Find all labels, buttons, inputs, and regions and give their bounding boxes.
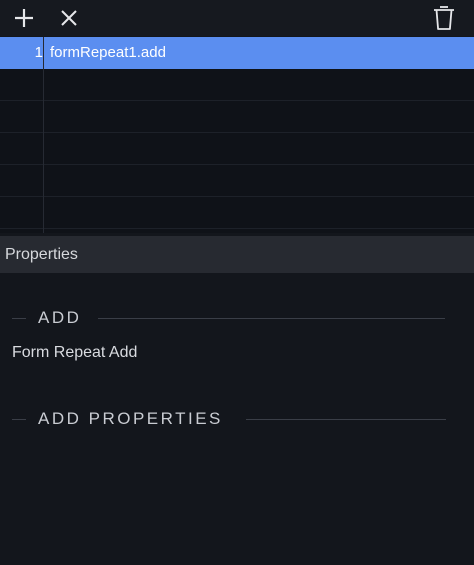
empty-row[interactable]: [0, 101, 474, 133]
section-rule-right: [246, 419, 446, 420]
subsection-title: ADD PROPERTIES: [38, 409, 223, 428]
expression-list: 1 formRepeat1.add: [0, 37, 474, 233]
section-rule-left: [12, 318, 26, 319]
empty-row[interactable]: [0, 165, 474, 197]
section-add-properties: ADD PROPERTIES: [0, 409, 474, 429]
row-number: 1: [34, 44, 43, 61]
section-add: ADD: [0, 308, 474, 328]
x-icon: [61, 10, 77, 26]
section-title: ADD: [38, 308, 82, 327]
plus-icon: [15, 9, 33, 27]
properties-header: Properties: [0, 236, 474, 273]
empty-row[interactable]: [0, 197, 474, 229]
empty-row[interactable]: [0, 69, 474, 101]
row-value: formRepeat1.add: [50, 44, 166, 61]
section-rule-right: [98, 318, 445, 319]
add-button[interactable]: [10, 4, 38, 32]
description-text: Form Repeat Add: [12, 344, 138, 361]
trash-icon: [434, 6, 454, 30]
section-rule-left: [12, 419, 26, 420]
empty-row[interactable]: [0, 133, 474, 165]
toolbar: [0, 0, 474, 36]
list-item[interactable]: 1 formRepeat1.add: [0, 37, 474, 69]
delete-button[interactable]: [430, 4, 458, 32]
column-divider: [43, 37, 44, 233]
remove-button[interactable]: [55, 4, 83, 32]
